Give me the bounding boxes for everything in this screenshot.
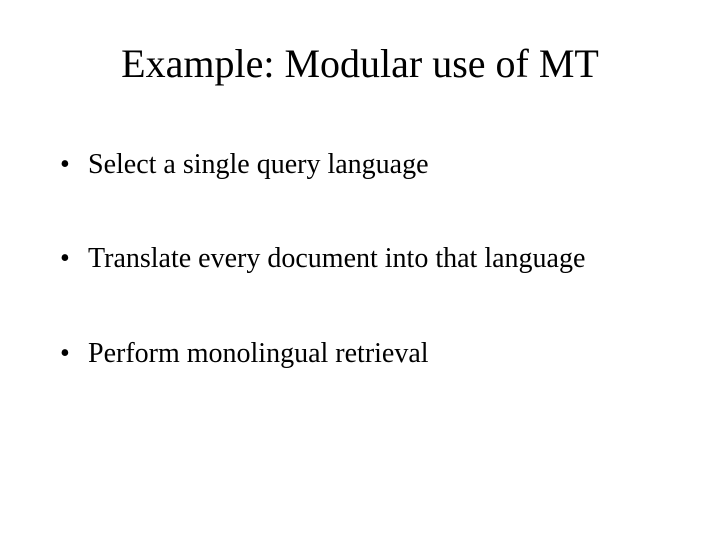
bullet-item: Perform monolingual retrieval [60,336,660,372]
bullet-item: Translate every document into that langu… [60,241,660,277]
slide-title: Example: Modular use of MT [60,40,660,87]
bullet-item: Select a single query language [60,147,660,183]
slide: Example: Modular use of MT Select a sing… [0,0,720,540]
bullet-list: Select a single query language Translate… [60,147,660,372]
